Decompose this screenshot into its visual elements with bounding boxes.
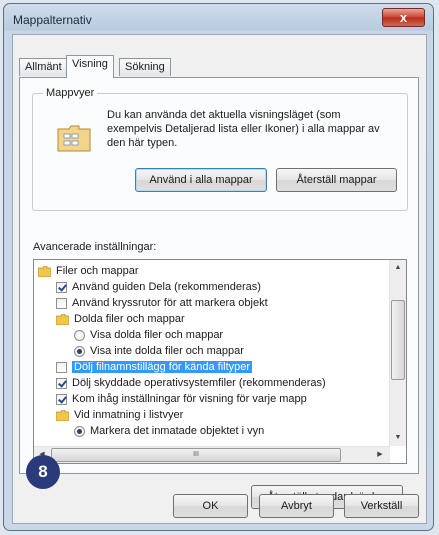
list-item-checkbox[interactable]: Använd guiden Dela (rekommenderas)	[56, 279, 261, 295]
tab-view[interactable]: Visning	[66, 55, 114, 78]
list-item-label: Visa dolda filer och mappar	[90, 329, 224, 341]
list-item-radio[interactable]: Visa inte dolda filer och mappar	[74, 343, 244, 359]
checkbox-checked-icon[interactable]	[56, 377, 67, 389]
list-item-label: Kom ihåg inställningar för visning för v…	[72, 393, 307, 405]
tab-general[interactable]: Allmänt	[19, 58, 68, 76]
checkbox-unchecked-icon[interactable]	[56, 361, 67, 373]
window-title: Mappalternativ	[13, 13, 92, 27]
tab-search[interactable]: Sökning	[119, 58, 171, 76]
advanced-settings-label: Avancerade inställningar:	[33, 241, 157, 253]
scroll-down-arrow-icon[interactable]: ▼	[390, 430, 406, 446]
folder-icon	[56, 313, 69, 325]
list-item-label: Dölj filnamnstillägg för kända filtyper	[72, 361, 253, 373]
list-item-label: Dolda filer och mappar	[74, 313, 185, 325]
checkbox-checked-icon[interactable]	[56, 281, 67, 293]
list-item-radio[interactable]: Markera det inmatade objektet i vyn	[74, 423, 264, 439]
list-item-label: Vid inmatning i listvyer	[74, 409, 184, 421]
advanced-settings-list[interactable]: Filer och mappar Använd guiden Dela (rek…	[33, 259, 407, 464]
folder-views-description: Du kan använda det aktuella visningsläge…	[107, 109, 380, 149]
view-tab-panel: Mappvyer Du kan använda det aktuella vis…	[19, 77, 419, 509]
scroll-right-arrow-icon[interactable]: ▶	[372, 447, 388, 463]
list-item-label: Visa inte dolda filer och mappar	[90, 345, 244, 357]
checkbox-unchecked-icon[interactable]	[56, 297, 67, 309]
ok-button[interactable]: OK	[173, 494, 248, 518]
list-item-label: Filer och mappar	[56, 265, 139, 277]
horizontal-scrollbar[interactable]: ◀ III ▶	[34, 446, 390, 463]
title-bar[interactable]: Mappalternativ x	[4, 4, 433, 34]
step-number-badge: 8	[26, 455, 60, 489]
list-item-radio[interactable]: Visa dolda filer och mappar	[74, 327, 223, 343]
apply-button[interactable]: Verkställ	[344, 494, 419, 518]
apply-to-all-folders-button[interactable]: Använd i alla mappar	[135, 168, 267, 192]
list-item-checkbox[interactable]: Dölj skyddade operativsystemfiler (rekom…	[56, 375, 326, 391]
vertical-scroll-thumb[interactable]	[391, 300, 405, 380]
list-item-checkbox[interactable]: Använd kryssrutor för att markera objekt	[56, 295, 268, 311]
list-item-checkbox[interactable]: Kom ihåg inställningar för visning för v…	[56, 391, 307, 407]
list-item-label: Använd kryssrutor för att markera objekt	[72, 297, 268, 309]
radio-unchecked-icon[interactable]	[74, 329, 85, 341]
folder-icon	[38, 265, 51, 277]
reset-folders-button[interactable]: Återställ mappar	[276, 168, 397, 192]
cancel-button[interactable]: Avbryt	[259, 494, 334, 518]
list-item-label: Dölj skyddade operativsystemfiler (rekom…	[72, 377, 326, 389]
dialog-client: Allmänt Visning Sökning Mappvyer Du kan …	[12, 34, 427, 524]
list-item-label: Använd guiden Dela (rekommenderas)	[72, 281, 261, 293]
scroll-up-arrow-icon[interactable]: ▲	[390, 260, 406, 276]
checkbox-checked-icon[interactable]	[56, 393, 67, 405]
list-item-checkbox-selected[interactable]: Dölj filnamnstillägg för kända filtyper	[56, 359, 253, 375]
tree-folder-files-and-folders: Filer och mappar	[38, 263, 139, 279]
folder-views-title: Mappvyer	[43, 87, 98, 99]
folder-options-window: Mappalternativ x Allmänt Visning Sökning…	[3, 3, 434, 531]
list-item-label: Markera det inmatade objektet i vyn	[90, 425, 265, 437]
folder-views-group: Mappvyer Du kan använda det aktuella vis…	[32, 87, 408, 211]
close-button[interactable]: x	[382, 8, 425, 27]
folder-icon	[56, 409, 69, 421]
radio-checked-icon[interactable]	[74, 345, 85, 357]
horizontal-scroll-thumb[interactable]: III	[51, 448, 341, 462]
vertical-scrollbar[interactable]: ▲ ▼	[389, 260, 406, 446]
tree-folder-list-typing: Vid inmatning i listvyer	[56, 407, 183, 423]
folder-view-icon	[57, 125, 91, 152]
radio-checked-icon[interactable]	[74, 425, 85, 437]
tree-folder-hidden-files: Dolda filer och mappar	[56, 311, 185, 327]
